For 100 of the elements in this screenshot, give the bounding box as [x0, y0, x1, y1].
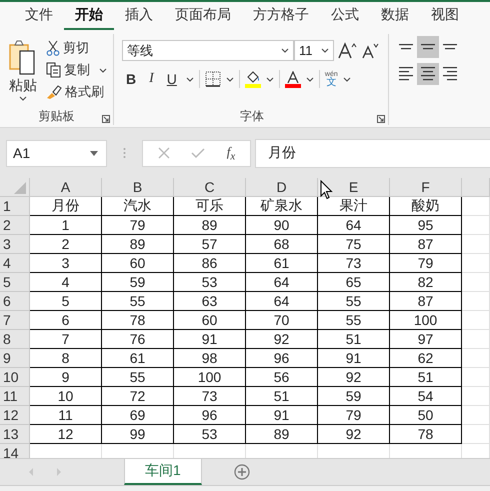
empty-cell: [462, 387, 490, 406]
table-cell: 53: [174, 273, 246, 292]
row-header[interactable]: 12: [0, 406, 30, 425]
table-cell: 56: [246, 368, 318, 387]
ribbon-tab[interactable]: 文件: [14, 2, 64, 30]
table-cell: 79: [102, 216, 174, 235]
format-painter-button[interactable]: 格式刷: [44, 82, 109, 102]
grip-icon: [123, 147, 126, 159]
sheet-tab[interactable]: 车间1: [124, 459, 202, 485]
column-header[interactable]: B: [102, 178, 174, 197]
row-header[interactable]: 9: [0, 349, 30, 368]
empty-cell: [462, 216, 490, 235]
row-header[interactable]: 7: [0, 311, 30, 330]
check-icon[interactable]: [191, 147, 206, 159]
row-header[interactable]: 13: [0, 425, 30, 444]
table-cell: 70: [246, 311, 318, 330]
font-size-field[interactable]: 11: [294, 40, 334, 61]
column-header[interactable]: D: [246, 178, 318, 197]
cut-button[interactable]: 剪切: [44, 38, 109, 58]
ribbon-tab[interactable]: 数据: [370, 2, 420, 30]
table-cell: 73: [174, 387, 246, 406]
table-cell: 55: [102, 368, 174, 387]
table-cell: 91: [174, 330, 246, 349]
ribbon-tab[interactable]: 页面布局: [164, 2, 242, 30]
table-cell: 月份: [30, 197, 102, 216]
table-cell: 61: [246, 254, 318, 273]
row-header[interactable]: 1: [0, 197, 30, 216]
empty-cell: [462, 235, 490, 254]
table-cell: 汽水: [102, 197, 174, 216]
table-cell: 60: [174, 311, 246, 330]
table-cell: 82: [390, 273, 462, 292]
table-cell: 75: [318, 235, 390, 254]
dialog-launcher-icon[interactable]: [102, 115, 110, 123]
table-cell: 64: [246, 292, 318, 311]
table-cell: 99: [102, 425, 174, 444]
table-cell: 8: [30, 349, 102, 368]
row-header[interactable]: 4: [0, 254, 30, 273]
letter-a-icon: [286, 70, 299, 82]
increase-font-size-icon[interactable]: [338, 42, 358, 60]
row-header[interactable]: 2: [0, 216, 30, 235]
table-cell: 矿泉水: [246, 197, 318, 216]
copy-icon: [46, 62, 61, 78]
table-cell: 100: [390, 311, 462, 330]
align-button[interactable]: [417, 63, 439, 85]
column-header[interactable]: C: [174, 178, 246, 197]
font-color-button[interactable]: [284, 70, 301, 88]
table-cell: 53: [174, 425, 246, 444]
align-button[interactable]: [417, 36, 439, 58]
table-cell: 9: [30, 368, 102, 387]
row-header[interactable]: 5: [0, 273, 30, 292]
column-header[interactable]: A: [30, 178, 102, 197]
table-cell: 51: [246, 387, 318, 406]
ribbon-tab[interactable]: 方方格子: [242, 2, 320, 30]
row-header[interactable]: 14: [0, 444, 30, 458]
align-icon: [399, 67, 413, 81]
formula-input[interactable]: 月份: [255, 138, 490, 168]
ribbon-tab[interactable]: 插入: [114, 2, 164, 30]
caret-icon: [321, 48, 329, 53]
ribbon-tab[interactable]: 视图: [420, 2, 470, 30]
table-cell: 87: [390, 292, 462, 311]
italic-button[interactable]: I: [145, 71, 158, 87]
row-header[interactable]: 8: [0, 330, 30, 349]
row-header[interactable]: 11: [0, 387, 30, 406]
empty-cell: [462, 292, 490, 311]
copy-button[interactable]: 复制: [44, 60, 109, 80]
row-header[interactable]: 10: [0, 368, 30, 387]
table-cell: 73: [318, 254, 390, 273]
bold-button[interactable]: B: [122, 71, 140, 87]
table-cell: 59: [102, 273, 174, 292]
dialog-launcher-icon[interactable]: [377, 115, 385, 123]
table-cell: 96: [174, 406, 246, 425]
table-cell: 55: [318, 292, 390, 311]
name-box[interactable]: A1: [6, 140, 107, 166]
column-header[interactable]: E: [318, 178, 390, 197]
caret-icon: [281, 48, 289, 53]
table-cell: 1: [30, 216, 102, 235]
add-sheet-icon[interactable]: [234, 464, 250, 480]
empty-cell: [462, 368, 490, 387]
table-cell: 12: [30, 425, 102, 444]
table-cell: 79: [318, 406, 390, 425]
table-cell: 64: [246, 273, 318, 292]
table-cell: 果汁: [318, 197, 390, 216]
column-header[interactable]: F: [390, 178, 462, 197]
paste-button[interactable]: 粘贴: [6, 38, 40, 103]
table-cell: 5: [30, 292, 102, 311]
align-icon: [421, 44, 435, 50]
row-header[interactable]: 3: [0, 235, 30, 254]
borders-icon[interactable]: [204, 71, 221, 87]
underline-button[interactable]: U: [162, 71, 181, 87]
row-header[interactable]: 6: [0, 292, 30, 311]
ribbon-tab[interactable]: 公式: [320, 2, 370, 30]
table-cell: 91: [246, 406, 318, 425]
fill-color-button[interactable]: [244, 70, 261, 88]
caret-icon: [90, 150, 98, 156]
table-cell: 51: [318, 330, 390, 349]
align-icon: [443, 67, 457, 81]
table-cell: 87: [390, 235, 462, 254]
font-name-field[interactable]: 等线: [122, 40, 294, 61]
decrease-font-size-icon[interactable]: [362, 42, 380, 60]
insert-function-button[interactable]: f$_{x}$: [226, 144, 236, 162]
